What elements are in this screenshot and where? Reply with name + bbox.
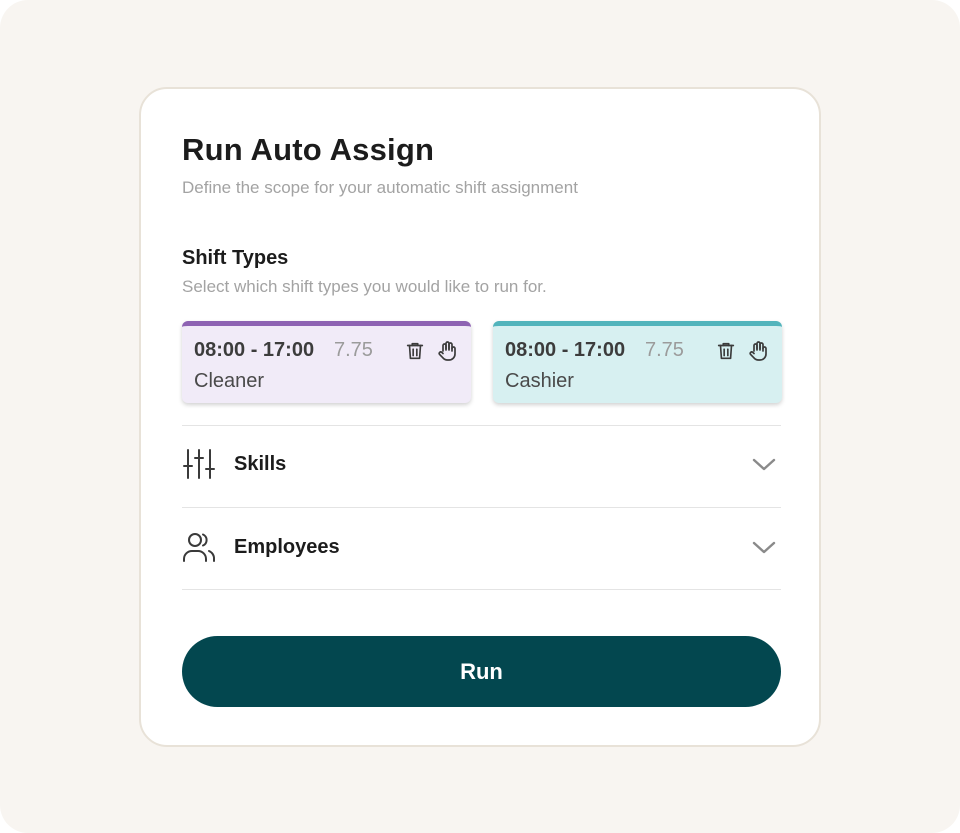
skills-accordion[interactable]: Skills	[182, 425, 781, 505]
shift-name: Cashier	[505, 370, 574, 392]
hand-icon[interactable]	[434, 338, 460, 364]
chevron-down-icon[interactable]	[751, 453, 777, 475]
chevron-down-icon[interactable]	[751, 536, 777, 558]
auto-assign-dialog: Run Auto Assign Define the scope for you…	[139, 87, 821, 747]
shift-card-cashier[interactable]: 08:00 - 17:00 7.75 Cashier	[493, 321, 782, 403]
shift-time: 08:00 - 17:00	[194, 339, 315, 361]
shift-types-title: Shift Types	[182, 247, 289, 269]
employees-accordion[interactable]: Employees	[182, 508, 781, 588]
shift-card-cleaner[interactable]: 08:00 - 17:00 7.75 Cleaner	[182, 321, 471, 403]
users-icon	[182, 530, 216, 564]
divider	[182, 589, 781, 590]
shift-hours: 7.75	[334, 339, 373, 361]
sliders-icon	[182, 447, 216, 481]
skills-label: Skills	[234, 453, 287, 475]
trash-icon[interactable]	[402, 338, 428, 364]
shift-name: Cleaner	[194, 370, 265, 392]
employees-label: Employees	[234, 536, 340, 558]
shift-hours: 7.75	[645, 339, 684, 361]
shift-types-description: Select which shift types you would like …	[182, 277, 547, 296]
dialog-title: Run Auto Assign	[182, 132, 435, 167]
hand-icon[interactable]	[745, 338, 771, 364]
dialog-subtitle: Define the scope for your automatic shif…	[182, 178, 578, 197]
shift-time: 08:00 - 17:00	[505, 339, 626, 361]
run-button[interactable]: Run	[182, 636, 781, 707]
trash-icon[interactable]	[713, 338, 739, 364]
